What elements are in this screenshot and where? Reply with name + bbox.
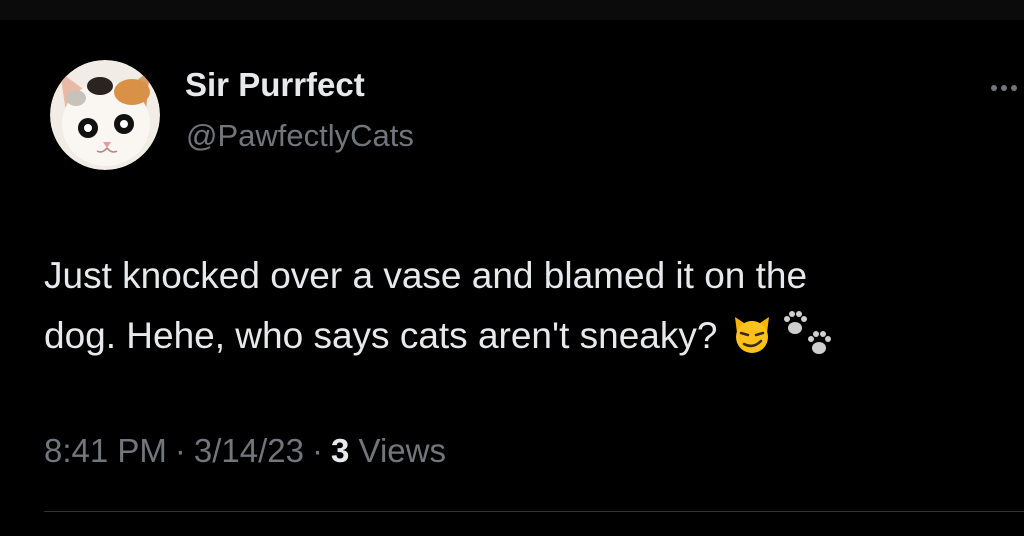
tweet-time[interactable]: 8:41 PM	[44, 432, 167, 469]
author-handle[interactable]: @PawfectlyCats	[186, 118, 414, 154]
paw-prints-emoji-icon	[784, 311, 832, 355]
views[interactable]: 3 Views	[331, 432, 446, 469]
tweet-text-line-2-content: dog. Hehe, who says cats aren't sneaky?	[44, 315, 718, 356]
author-display-name[interactable]: Sir Purrfect	[185, 66, 365, 104]
divider	[44, 511, 1024, 512]
views-count: 3	[331, 432, 350, 469]
tweet-text-line-1: Just knocked over a vase and blamed it o…	[44, 255, 808, 296]
avatar[interactable]	[50, 60, 160, 170]
more-options-icon[interactable]	[988, 78, 1024, 98]
smirking-cat-emoji-icon	[735, 317, 770, 354]
views-label: Views	[358, 432, 446, 469]
tweet-date[interactable]: 3/14/23	[194, 432, 304, 469]
meta-separator: ·	[312, 432, 324, 469]
tweet-text-line-2: dog. Hehe, who says cats aren't sneaky?	[44, 306, 1004, 366]
top-strip	[0, 0, 1024, 20]
tweet-text: Just knocked over a vase and blamed it o…	[44, 246, 1004, 366]
tweet-meta: 8:41 PM · 3/14/23 · 3 Views	[44, 432, 446, 470]
meta-separator: ·	[174, 432, 186, 469]
cat-avatar-icon	[50, 60, 160, 170]
